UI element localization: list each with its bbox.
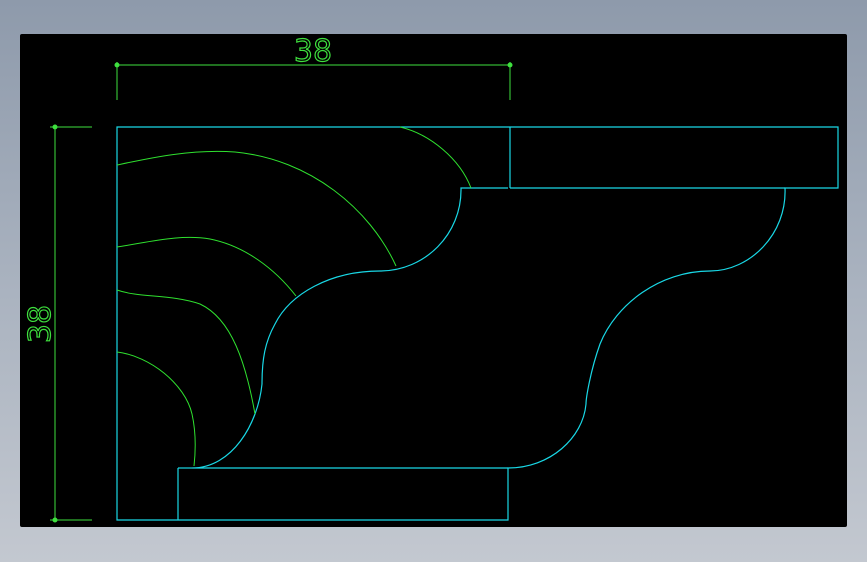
vertical-dimension-text: 38 [23, 305, 58, 343]
horizontal-dim-endpoint-right [507, 62, 513, 68]
horizontal-dimension-text: 38 [294, 34, 332, 69]
grain-line-1 [399, 126, 472, 189]
profile-inner-curve [191, 187, 508, 469]
horizontal-dim-endpoint-left [114, 62, 120, 68]
cad-drawing-canvas: 38 38 [22, 34, 839, 523]
vertical-dim-endpoint-bottom [52, 517, 58, 523]
vertical-dim-endpoint-top [52, 124, 58, 130]
grain-line-2 [116, 150, 397, 267]
grain-lines [116, 126, 472, 467]
grain-line-4 [116, 289, 256, 415]
molding-profile[interactable] [116, 126, 839, 521]
profile-outline [116, 126, 839, 521]
cad-viewport[interactable]: 38 38 [20, 34, 847, 527]
grain-line-5 [116, 351, 196, 467]
grain-line-3 [116, 236, 297, 297]
